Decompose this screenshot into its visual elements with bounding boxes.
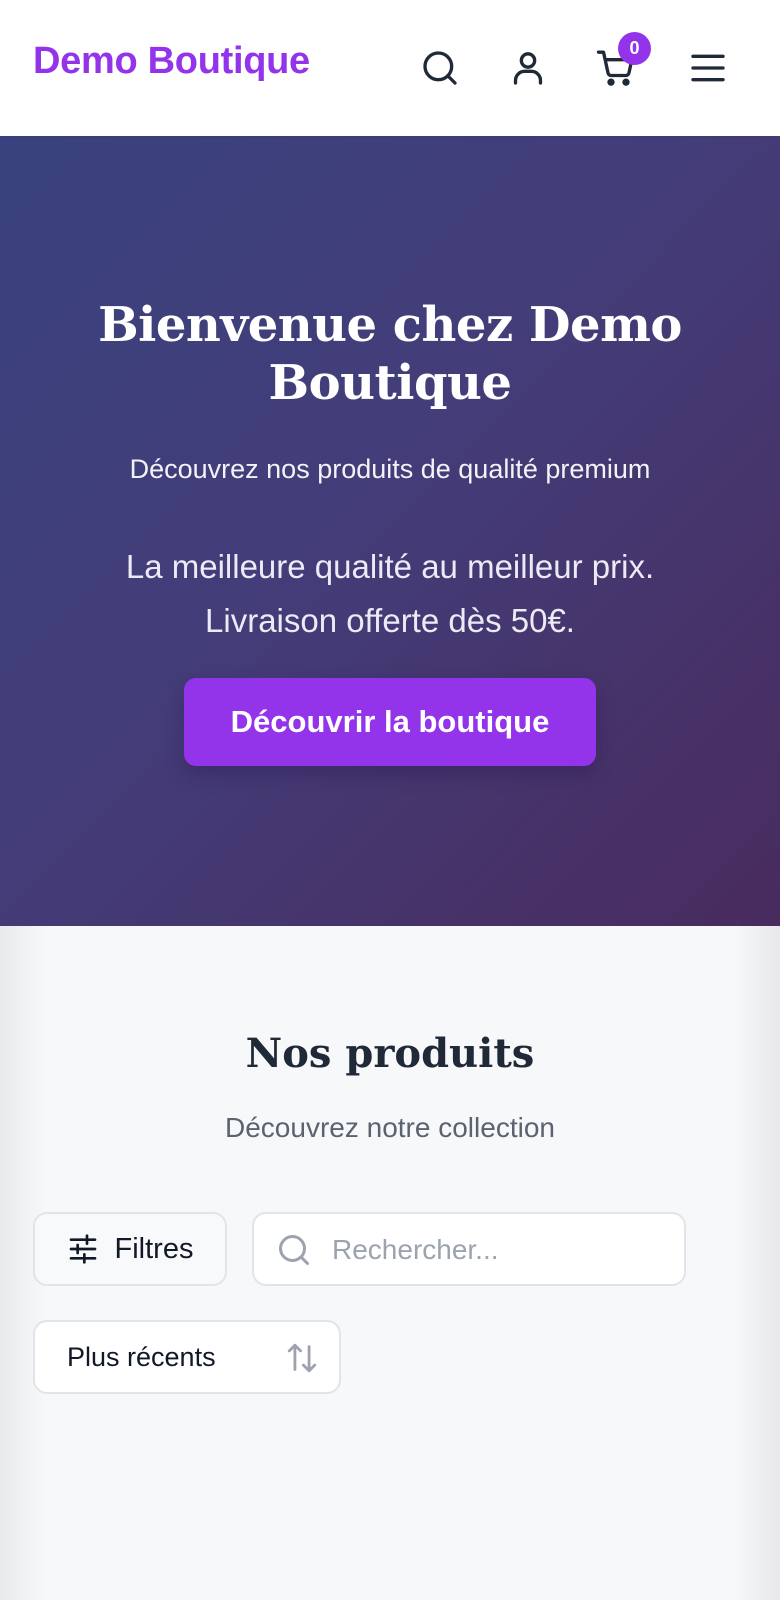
sort-arrows-icon: [287, 1343, 317, 1373]
site-header: Demo Boutique 0: [0, 0, 780, 136]
account-button[interactable]: [502, 42, 554, 94]
header-search-button[interactable]: [414, 42, 466, 94]
hero-subtitle: Découvrez nos produits de qualité premiu…: [129, 454, 651, 484]
hero-description: La meilleure qualité au meilleur prix. L…: [125, 548, 655, 639]
sort-selected-label: Plus récents: [67, 1342, 216, 1372]
product-search-box[interactable]: [252, 1212, 686, 1286]
search-icon: [423, 51, 457, 85]
products-section: Nos produits Découvrez notre collection …: [0, 926, 780, 1600]
product-search-input[interactable]: [332, 1224, 672, 1276]
section-title: Nos produits: [245, 1030, 535, 1077]
menu-icon: [691, 54, 725, 82]
menu-button[interactable]: [682, 42, 734, 94]
user-icon: [513, 52, 543, 85]
hero-title: Bienvenue chez Demo Boutique: [98, 297, 682, 411]
brand-logo[interactable]: Demo Boutique: [33, 40, 310, 83]
sliders-icon: [69, 1234, 96, 1264]
sort-select[interactable]: Plus récents: [33, 1320, 341, 1394]
discover-shop-button[interactable]: Découvrir la boutique: [184, 678, 596, 766]
hero-banner: Bienvenue chez Demo Boutique Découvrez n…: [0, 136, 780, 926]
search-icon: [279, 1235, 309, 1265]
filters-label: Filtres: [114, 1232, 194, 1265]
cart-count-badge: 0: [618, 32, 651, 65]
section-subtitle: Découvrez notre collection: [225, 1112, 555, 1143]
filters-button[interactable]: Filtres: [33, 1212, 227, 1286]
